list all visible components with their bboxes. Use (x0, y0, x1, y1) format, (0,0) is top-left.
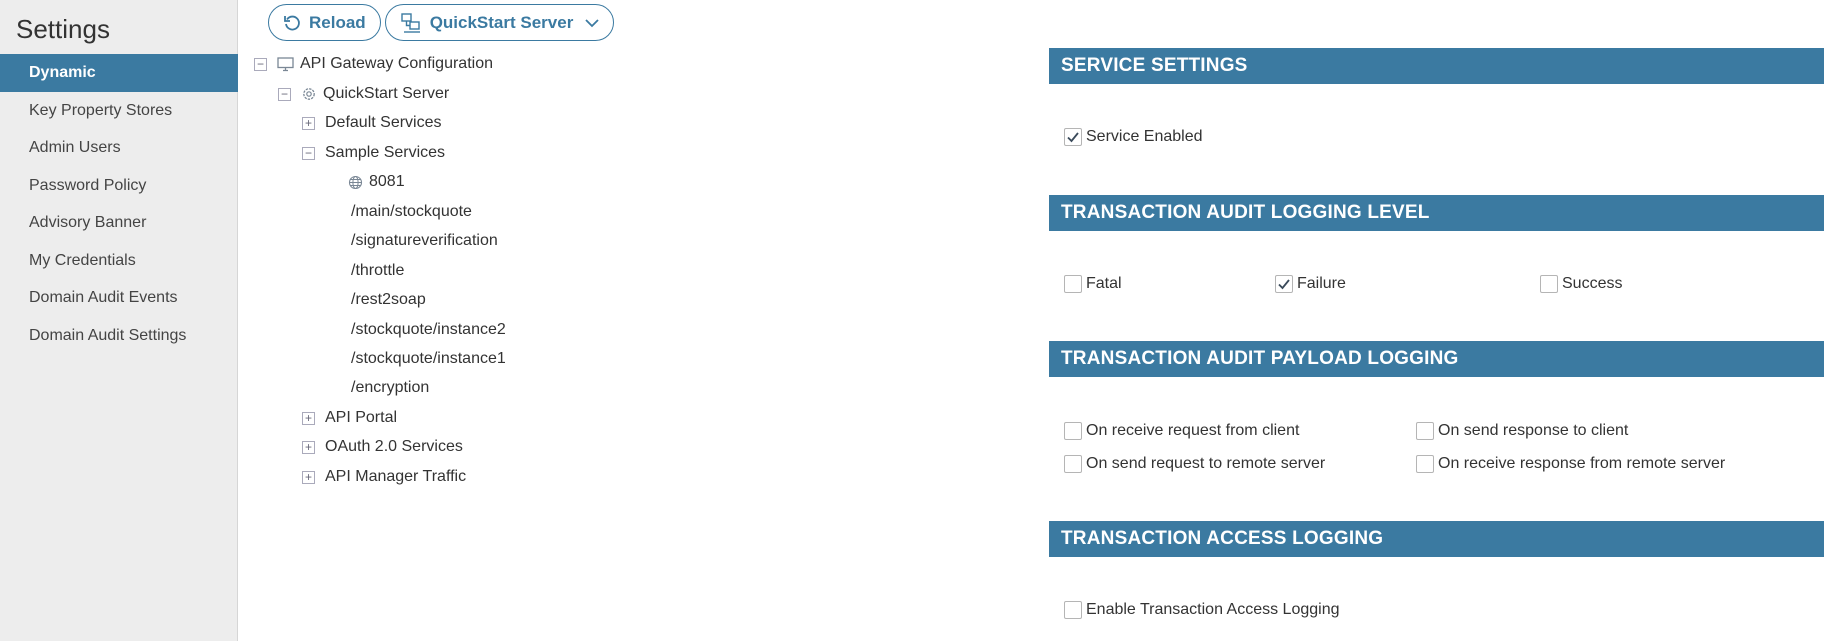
enable-access-logging-checkbox[interactable]: Enable Transaction Access Logging (1064, 601, 1340, 619)
section-heading-access-logging: TRANSACTION ACCESS LOGGING (1049, 521, 1824, 557)
tree-node-oauth-services[interactable]: + OAuth 2.0 Services (302, 433, 463, 461)
checkbox-unchecked (1416, 422, 1434, 440)
gear-icon (301, 86, 317, 102)
tree-node-path[interactable]: /main/stockquote (351, 198, 472, 226)
receive-request-from-client-checkbox[interactable]: On receive request from client (1064, 422, 1299, 440)
service-enabled-checkbox[interactable]: Service Enabled (1064, 128, 1203, 146)
collapse-toggle[interactable]: − (278, 87, 291, 101)
checkbox-label: On receive response from remote server (1438, 455, 1726, 472)
receive-response-from-remote-checkbox[interactable]: On receive response from remote server (1416, 455, 1725, 473)
monitor-icon (277, 56, 294, 72)
checkbox-label: On receive request from client (1086, 422, 1300, 439)
checkbox-label: On send response to client (1438, 422, 1629, 439)
expand-toggle[interactable]: + (302, 411, 315, 425)
checkbox-unchecked (1540, 275, 1558, 293)
checkbox-label: Fatal (1086, 275, 1122, 292)
toolbar: Reload QuickStart Server (268, 4, 615, 41)
check-icon (1067, 132, 1079, 143)
expand-toggle[interactable]: + (302, 116, 315, 130)
checkbox-checked (1275, 275, 1293, 293)
tree-node-label: API Gateway Configuration (300, 55, 493, 72)
reload-label: Reload (309, 12, 366, 32)
checkbox-unchecked (1416, 455, 1434, 473)
checkbox-unchecked (1064, 422, 1082, 440)
tree-node-label: QuickStart Server (323, 85, 450, 102)
tree-node-port-8081[interactable]: 8081 (348, 168, 405, 196)
sidebar-item-domain-audit-events[interactable]: Domain Audit Events (0, 279, 238, 317)
checkbox-label: Failure (1297, 275, 1346, 292)
tree-node-label: API Manager Traffic (325, 468, 467, 485)
sidebar-item-dynamic[interactable]: Dynamic (0, 54, 238, 92)
tree-node-path[interactable]: /stockquote/instance2 (351, 316, 506, 344)
section-heading-audit-logging-level: TRANSACTION AUDIT LOGGING LEVEL (1049, 195, 1824, 231)
tree-node-label: API Portal (325, 409, 398, 426)
checkbox-label: On send request to remote server (1086, 455, 1326, 472)
server-selector-button[interactable]: QuickStart Server (384, 4, 615, 41)
tree-node-api-manager-traffic[interactable]: + API Manager Traffic (302, 463, 466, 491)
sidebar-item-password-policy[interactable]: Password Policy (0, 167, 238, 205)
reload-button[interactable]: Reload (268, 4, 381, 41)
checkbox-unchecked (1064, 275, 1082, 293)
settings-sidebar: Settings Dynamic Key Property Stores Adm… (0, 0, 238, 641)
globe-icon (348, 175, 363, 190)
failure-checkbox[interactable]: Failure (1275, 275, 1346, 293)
sidebar-item-advisory-banner[interactable]: Advisory Banner (0, 204, 238, 242)
tree-node-label: OAuth 2.0 Services (325, 438, 463, 455)
tree-node-quickstart-server[interactable]: − QuickStart Server (278, 80, 449, 108)
collapse-toggle[interactable]: − (302, 146, 315, 160)
checkbox-label: Enable Transaction Access Logging (1086, 601, 1340, 618)
sidebar-title: Settings (16, 14, 110, 44)
tree-node-label: Default Services (325, 114, 442, 131)
tree-node-path[interactable]: /throttle (351, 257, 404, 285)
fatal-checkbox[interactable]: Fatal (1064, 275, 1122, 293)
reload-icon (284, 15, 300, 30)
tree-node-sample-services[interactable]: − Sample Services (302, 139, 445, 167)
collapse-toggle[interactable]: − (254, 57, 267, 71)
expand-toggle[interactable]: + (302, 470, 315, 484)
tree-node-path[interactable]: /rest2soap (351, 286, 426, 314)
tree-node-path[interactable]: /signatureverification (351, 227, 498, 255)
expand-toggle[interactable]: + (302, 440, 315, 454)
tree-node-label: Sample Services (325, 144, 446, 161)
sidebar-item-my-credentials[interactable]: My Credentials (0, 242, 238, 280)
tree-node-label: 8081 (369, 173, 405, 190)
servers-icon (400, 12, 420, 33)
checkbox-unchecked (1064, 601, 1082, 619)
sidebar-nav: Dynamic Key Property Stores Admin Users … (0, 54, 238, 354)
tree-node-api-portal[interactable]: + API Portal (302, 404, 397, 432)
section-heading-payload-logging: TRANSACTION AUDIT PAYLOAD LOGGING (1049, 341, 1824, 377)
chevron-down-icon (585, 18, 599, 27)
server-selector-label: QuickStart Server (429, 12, 574, 32)
tree-node-api-gateway-configuration[interactable]: − API Gateway Configuration (254, 50, 493, 78)
tree-node-path[interactable]: /stockquote/instance1 (351, 345, 506, 373)
checkbox-label: Success (1562, 275, 1623, 292)
sidebar-item-admin-users[interactable]: Admin Users (0, 129, 238, 167)
checkbox-label: Service Enabled (1086, 128, 1203, 145)
checkbox-checked (1064, 128, 1082, 146)
success-checkbox[interactable]: Success (1540, 275, 1622, 293)
checkbox-unchecked (1064, 455, 1082, 473)
tree-node-path[interactable]: /encryption (351, 374, 429, 402)
send-response-to-client-checkbox[interactable]: On send response to client (1416, 422, 1628, 440)
sidebar-item-key-property-stores[interactable]: Key Property Stores (0, 92, 238, 130)
check-icon (1278, 279, 1290, 290)
section-heading-service-settings: SERVICE SETTINGS (1049, 48, 1824, 84)
tree-node-default-services[interactable]: + Default Services (302, 109, 442, 137)
sidebar-item-domain-audit-settings[interactable]: Domain Audit Settings (0, 317, 238, 355)
send-request-to-remote-checkbox[interactable]: On send request to remote server (1064, 455, 1325, 473)
